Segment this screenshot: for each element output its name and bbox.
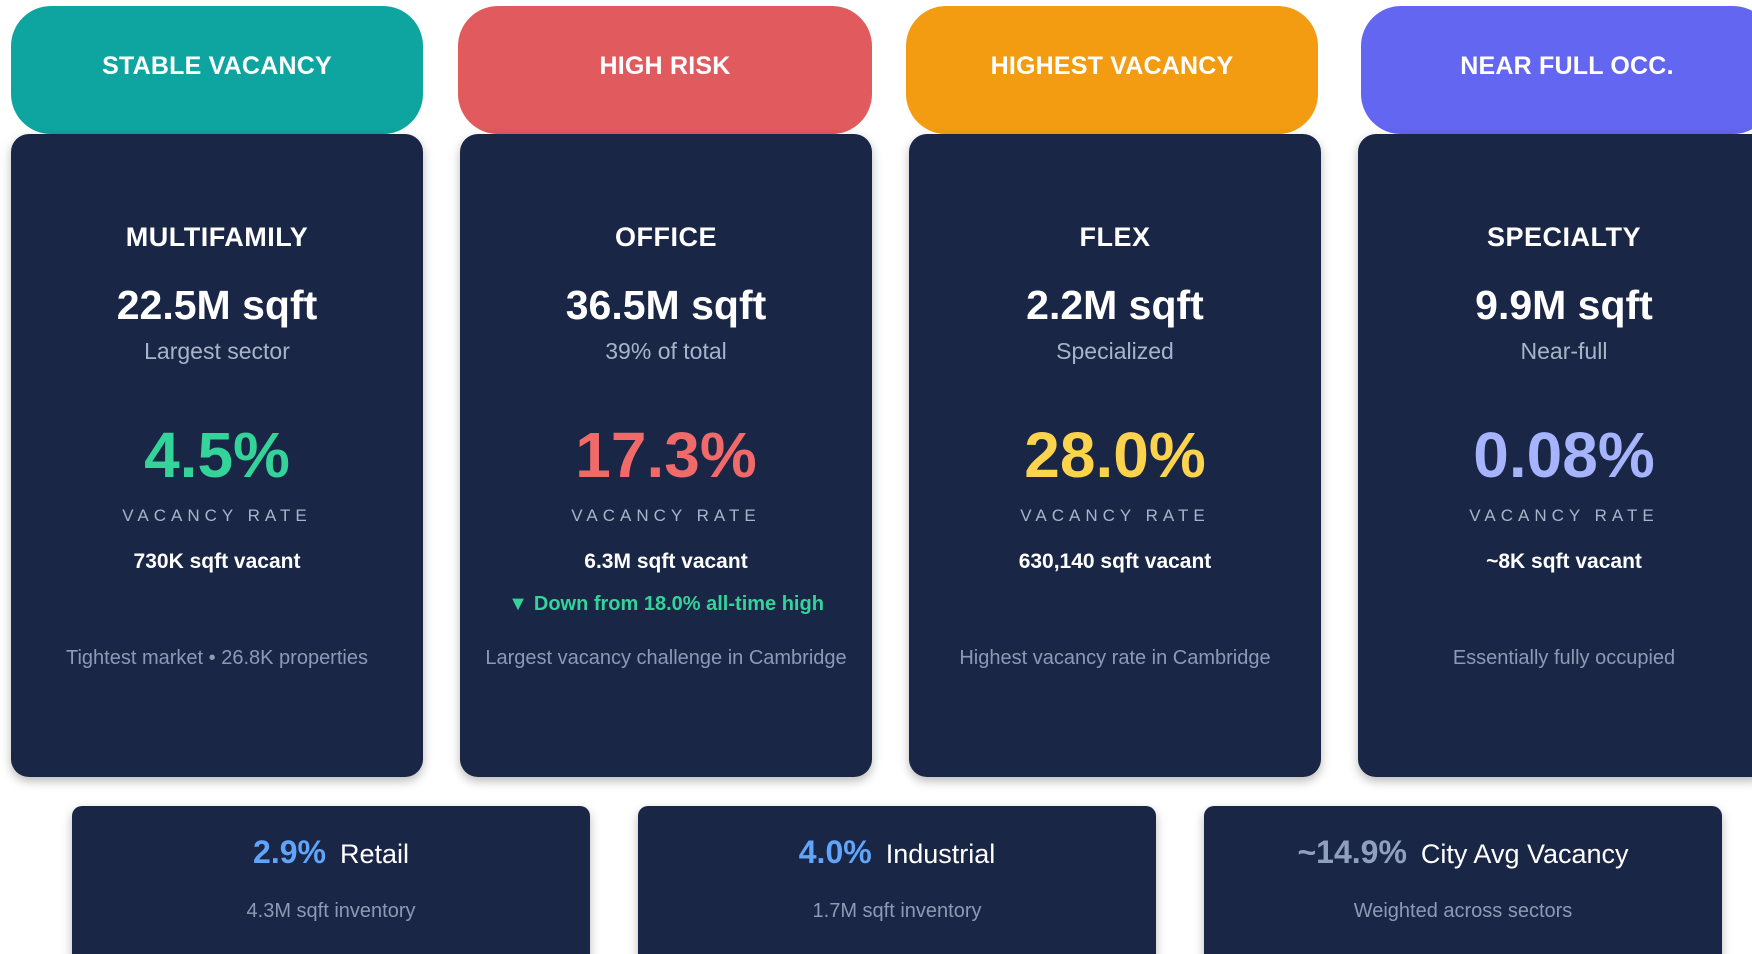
card-note: Specialized [1056,338,1174,364]
card-size: 2.2M sqft [1026,282,1204,328]
card-note: Near-full [1520,338,1608,364]
tag-label: NEAR FULL OCC. [1460,52,1674,80]
stat-name: Retail [339,839,409,869]
card-note: Largest sector [144,338,290,364]
card-title: SPECIALTY [1486,222,1641,252]
stat-box-industrial: 4.0% Industrial 1.7M sqft inventory [638,806,1156,954]
tag-highest-vacancy: HIGHEST VACANCY [906,6,1318,134]
stat-subtext: Weighted across sectors [1353,900,1573,922]
tag-near-full: NEAR FULL OCC. [1361,6,1752,134]
triangle-down-icon: ▼ [508,593,528,615]
card-size: 22.5M sqft [116,282,318,328]
stat-value: ~14.9% [1297,834,1407,870]
card-note: 39% of total [605,338,727,364]
stat-subtext: 1.7M sqft inventory [812,900,982,922]
sector-card-office: OFFICE 36.5M sqft 39% of total 17.3% VAC… [460,134,872,777]
stat-box-city-avg: ~14.9% City Avg Vacancy Weighted across s… [1204,806,1722,954]
tag-label: HIGHEST VACANCY [990,52,1234,80]
stat-head: 4.0% Industrial [638,834,1156,871]
card-vacant: 630,140 sqft vacant [1018,550,1212,573]
stat-subtext: 4.3M sqft inventory [246,900,416,922]
card-vacancy-rate: 4.5% [144,419,290,491]
card-rate-label: VACANCY RATE [571,506,761,525]
stat-value: 4.0% [798,834,872,870]
card-footnote: Highest vacancy rate in Cambridge [959,647,1271,669]
stat-head: 2.9% Retail [72,834,590,871]
stat-box-retail: 2.9% Retail 4.3M sqft inventory [72,806,590,954]
card-title: FLEX [1079,222,1151,252]
sector-card-multifamily: MULTIFAMILY 22.5M sqft Largest sector 4.… [11,134,423,777]
stat-name: Industrial [885,839,996,869]
card-vacancy-rate: 0.08% [1473,419,1655,491]
card-rate-label: VACANCY RATE [1020,506,1210,525]
card-rate-label: VACANCY RATE [1469,506,1659,525]
card-title: MULTIFAMILY [125,222,309,252]
dashboard: STABLE VACANCY HIGH RISK HIGHEST VACANCY… [0,0,1752,954]
tag-stable-vacancy: STABLE VACANCY [11,6,423,134]
card-vacant: 6.3M sqft vacant [584,550,748,573]
stat-value: 2.9% [253,834,326,870]
card-vacancy-rate: 28.0% [1024,419,1206,491]
stat-head: ~14.9% City Avg Vacancy [1204,834,1722,871]
card-footnote: Tightest market • 26.8K properties [66,647,368,669]
card-footnote: Largest vacancy challenge in Cambridge [485,647,847,669]
tag-high-risk: HIGH RISK [458,6,872,134]
tag-label: STABLE VACANCY [102,52,332,80]
card-vacant: 730K sqft vacant [133,550,301,573]
card-trend: ▼ Down from 18.0% all-time high [460,593,872,616]
card-rate-label: VACANCY RATE [122,506,312,525]
trend-text: Down from 18.0% all-time high [533,593,824,615]
stat-name: City Avg Vacancy [1420,839,1629,869]
tag-label: HIGH RISK [599,52,731,80]
card-vacant: ~8K sqft vacant [1486,550,1642,573]
card-size: 36.5M sqft [565,282,767,328]
card-vacancy-rate: 17.3% [575,419,757,491]
card-footnote: Essentially fully occupied [1452,647,1676,669]
card-size: 9.9M sqft [1475,282,1653,328]
card-title: OFFICE [615,222,717,252]
sector-card-flex: FLEX 2.2M sqft Specialized 28.0% VACANCY… [909,134,1321,777]
sector-card-specialty: SPECIALTY 9.9M sqft Near-full 0.08% VACA… [1358,134,1752,777]
